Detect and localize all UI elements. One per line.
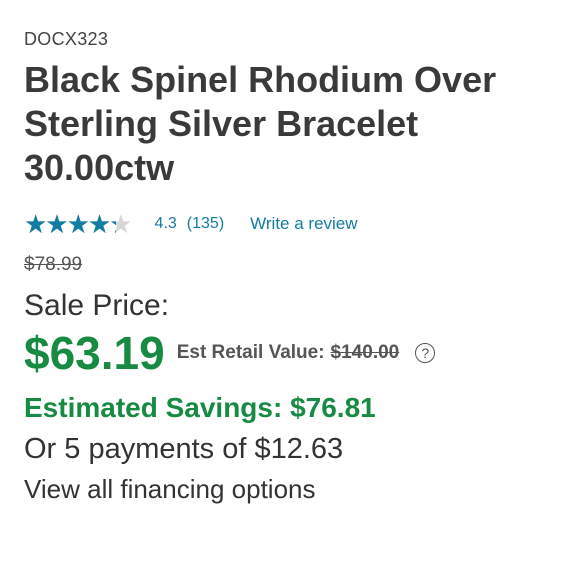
product-title-line-3: 30.00ctw (24, 147, 175, 188)
star-rating-icon[interactable]: ★★★★★ ★★★★★ (24, 211, 133, 237)
rating-row: ★★★★★ ★★★★★ 4.3 (135) Write a review (24, 210, 564, 238)
star-rating-filled: ★★★★★ (24, 211, 116, 237)
est-retail-value: $140.00 (330, 342, 400, 363)
estimated-savings: Estimated Savings: $76.81 (24, 392, 376, 423)
question-circle-icon[interactable]: ? (415, 343, 436, 363)
sale-price-label: Sale Price: (24, 289, 170, 322)
original-price: $78.99 (24, 254, 83, 275)
product-title-line-1: Black Spinel Rhodium Over (24, 59, 497, 100)
financing-options-link[interactable]: View all financing options (24, 472, 564, 506)
product-title: Black Spinel Rhodium Over Sterling Silve… (24, 58, 564, 190)
rating-value[interactable]: 4.3 (155, 215, 177, 233)
write-review-link[interactable]: Write a review (250, 214, 357, 234)
sale-price: $63.19 (24, 327, 165, 379)
product-title-line-2: Sterling Silver Bracelet (24, 103, 419, 144)
price-row: $63.19 Est Retail Value: $140.00 ? (24, 326, 564, 380)
est-retail-label: Est Retail Value: (176, 342, 325, 363)
product-sku: DOCX323 (24, 29, 109, 49)
product-info-panel: DOCX323 Black Spinel Rhodium Over Sterli… (24, 28, 564, 506)
review-count[interactable]: (135) (187, 215, 224, 233)
payment-plan-text: Or 5 payments of $12.63 (24, 433, 344, 465)
